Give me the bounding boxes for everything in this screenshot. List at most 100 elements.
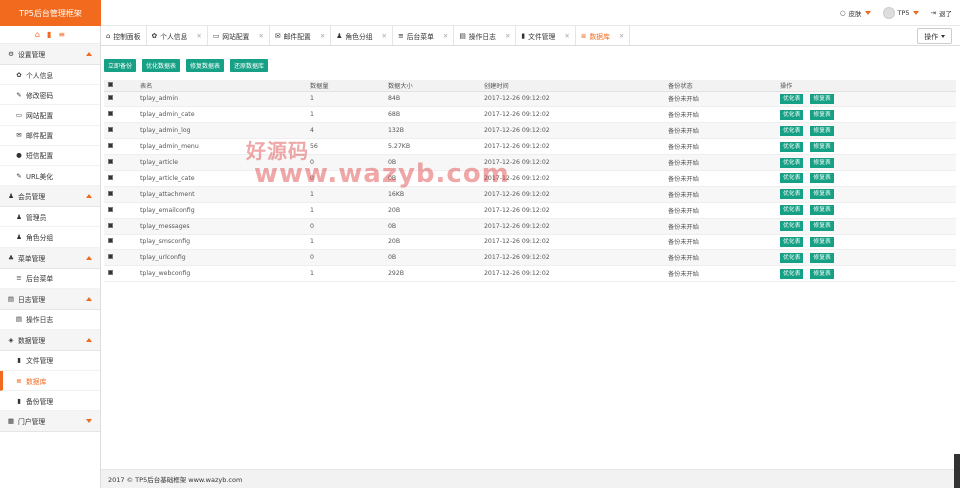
table-row[interactable]: tplay_urlconfig 0 0B 2017-12-26 09:12:02 备份未… — [104, 249, 956, 267]
sidebar-group[interactable]: ♟ 会员管理 — [0, 186, 100, 208]
sidebar-group[interactable]: ♣ 菜单管理 — [0, 247, 100, 269]
sidebar-item[interactable]: ▭ 网站配置 — [0, 105, 100, 126]
repair-button[interactable]: 修复表 — [810, 125, 834, 136]
toolbar-button[interactable]: 立即备份 — [104, 59, 137, 72]
optimize-button[interactable]: 优化表 — [780, 236, 804, 247]
menu-icon[interactable]: ≡ — [58, 30, 65, 39]
repair-button[interactable]: 修复表 — [810, 141, 834, 152]
sidebar-group[interactable]: ▦ 门户管理 — [0, 411, 100, 433]
checkbox-cell[interactable] — [104, 265, 136, 283]
logout-link[interactable]: ⇥ 退了 — [931, 8, 952, 18]
toolbar-button[interactable]: 修复数据表 — [186, 59, 225, 72]
sidebar-item[interactable]: ♟ 管理员 — [0, 207, 100, 228]
optimize-button[interactable]: 优化表 — [780, 221, 804, 232]
table-row[interactable]: tplay_webconfig 1 292B 2017-12-26 09:12:02 备… — [104, 265, 956, 283]
sidebar-item[interactable]: ● 短信配置 — [0, 146, 100, 166]
toolbar-button[interactable]: 优化数据表 — [142, 59, 181, 72]
sidebar-group[interactable]: ▤ 日志管理 — [0, 288, 100, 310]
sidebar-item[interactable]: ♟ 角色分组 — [0, 227, 100, 248]
sidebar-item[interactable]: ≣ 数据库 — [0, 371, 100, 392]
sidebar-item[interactable]: ▮ 备份管理 — [0, 391, 100, 412]
checkbox-icon[interactable] — [108, 81, 113, 87]
optimize-button[interactable]: 优化表 — [780, 125, 804, 136]
checkbox-cell[interactable] — [104, 218, 136, 235]
checkbox-icon[interactable] — [108, 95, 113, 101]
close-icon[interactable]: ✕ — [505, 32, 510, 40]
tab[interactable]: ≡ 后台菜单 ✕ — [393, 26, 455, 45]
checkbox-icon[interactable] — [108, 143, 113, 149]
tab[interactable]: ▭ 网站配置 ✕ — [208, 26, 270, 45]
user-menu[interactable]: TP5 — [882, 7, 919, 19]
repair-button[interactable]: 修复表 — [810, 189, 834, 200]
table-row[interactable]: tplay_admin_cate 1 68B 2017-12-26 09:12:02 备… — [104, 106, 956, 124]
tab[interactable]: ⌂ 控制面板 — [101, 26, 147, 45]
checkbox-icon[interactable] — [108, 238, 113, 244]
sidebar-item[interactable]: ✎ 修改密码 — [0, 85, 100, 106]
checkbox-cell[interactable] — [104, 186, 136, 203]
close-icon[interactable]: ✕ — [258, 32, 263, 40]
close-icon[interactable]: ✕ — [564, 32, 569, 40]
checkbox-cell[interactable] — [104, 170, 136, 187]
checkbox-cell[interactable] — [104, 138, 136, 156]
operations-dropdown[interactable]: 操作 — [917, 28, 952, 44]
table-row[interactable]: tplay_article 0 0B 2017-12-26 09:12:02 备份未开始… — [104, 154, 956, 171]
home-icon[interactable]: ⌂ — [35, 30, 40, 39]
checkbox-icon[interactable] — [108, 111, 113, 117]
close-icon[interactable]: ✕ — [443, 32, 448, 40]
sidebar-item[interactable]: ≡ 后台菜单 — [0, 269, 100, 289]
repair-button[interactable]: 修复表 — [810, 221, 834, 232]
checkbox-icon[interactable] — [108, 270, 113, 276]
table-row[interactable]: tplay_messages 0 0B 2017-12-26 09:12:02 备份未开… — [104, 218, 956, 235]
optimize-button[interactable]: 优化表 — [780, 189, 804, 200]
sidebar-group[interactable]: ⚙ 设置管理 — [0, 44, 100, 65]
tab[interactable]: ♟ 角色分组 ✕ — [331, 26, 393, 45]
checkbox-cell[interactable] — [104, 234, 136, 251]
repair-button[interactable]: 修复表 — [810, 236, 834, 247]
toolbar-button[interactable]: 还原数据库 — [230, 59, 269, 72]
table-row[interactable]: tplay_admin_menu 56 5.27KB 2017-12-26 09:12… — [104, 138, 956, 156]
table-row[interactable]: tplay_attachment 1 16KB 2017-12-26 09:12:02… — [104, 186, 956, 203]
sidebar-group[interactable]: ◈ 数据管理 — [0, 329, 100, 351]
sidebar-item[interactable]: ▤ 操作日志 — [0, 310, 100, 330]
table-row[interactable]: tplay_admin_log 4 132B 2017-12-26 09:12:02 备… — [104, 122, 956, 140]
close-icon[interactable]: ✕ — [196, 32, 201, 40]
repair-button[interactable]: 修复表 — [810, 205, 834, 216]
optimize-button[interactable]: 优化表 — [780, 141, 804, 152]
repair-button[interactable]: 修复表 — [810, 157, 834, 168]
tab[interactable]: ✉ 邮件配置 ✕ — [270, 26, 332, 45]
corner-handle[interactable] — [954, 454, 960, 488]
select-all-header[interactable] — [104, 80, 136, 92]
close-icon[interactable]: ✕ — [382, 32, 387, 40]
checkbox-icon[interactable] — [108, 127, 113, 133]
checkbox-icon[interactable] — [108, 254, 113, 260]
optimize-button[interactable]: 优化表 — [780, 252, 804, 263]
sidebar-item[interactable]: ✿ 个人信息 — [0, 65, 100, 86]
skin-menu[interactable]: ○ 皮肤 — [840, 8, 871, 18]
sidebar-item[interactable]: ✎ URL美化 — [0, 166, 100, 187]
checkbox-icon[interactable] — [108, 222, 113, 228]
checkbox-icon[interactable] — [108, 159, 113, 164]
optimize-button[interactable]: 优化表 — [780, 157, 804, 168]
close-icon[interactable]: ✕ — [320, 32, 325, 40]
checkbox-cell[interactable] — [104, 154, 136, 171]
checkbox-cell[interactable] — [104, 249, 136, 267]
repair-button[interactable]: 修复表 — [810, 93, 834, 104]
sidebar-item[interactable]: ✉ 邮件配置 — [0, 126, 100, 146]
repair-button[interactable]: 修复表 — [810, 268, 834, 279]
table-row[interactable]: tplay_article_cate 0 0B 2017-12-26 09:12:02… — [104, 170, 956, 187]
checkbox-icon[interactable] — [108, 190, 113, 196]
table-row[interactable]: tplay_admin 1 84B 2017-12-26 09:12:02 备份未开始优… — [104, 91, 956, 108]
optimize-button[interactable]: 优化表 — [780, 173, 804, 184]
checkbox-icon[interactable] — [108, 206, 113, 212]
optimize-button[interactable]: 优化表 — [780, 109, 804, 120]
repair-button[interactable]: 修复表 — [810, 252, 834, 263]
tab[interactable]: ≣ 数据库 ✕ — [576, 26, 631, 45]
sidebar-item[interactable]: ▮ 文件管理 — [0, 351, 100, 372]
app-logo[interactable]: TP5后台管理框架 — [0, 0, 101, 26]
optimize-button[interactable]: 优化表 — [780, 93, 804, 104]
checkbox-cell[interactable] — [104, 122, 136, 140]
tab[interactable]: ▤ 操作日志 ✕ — [454, 26, 517, 45]
optimize-button[interactable]: 优化表 — [780, 268, 804, 279]
repair-button[interactable]: 修复表 — [810, 173, 834, 184]
checkbox-icon[interactable] — [108, 174, 113, 180]
